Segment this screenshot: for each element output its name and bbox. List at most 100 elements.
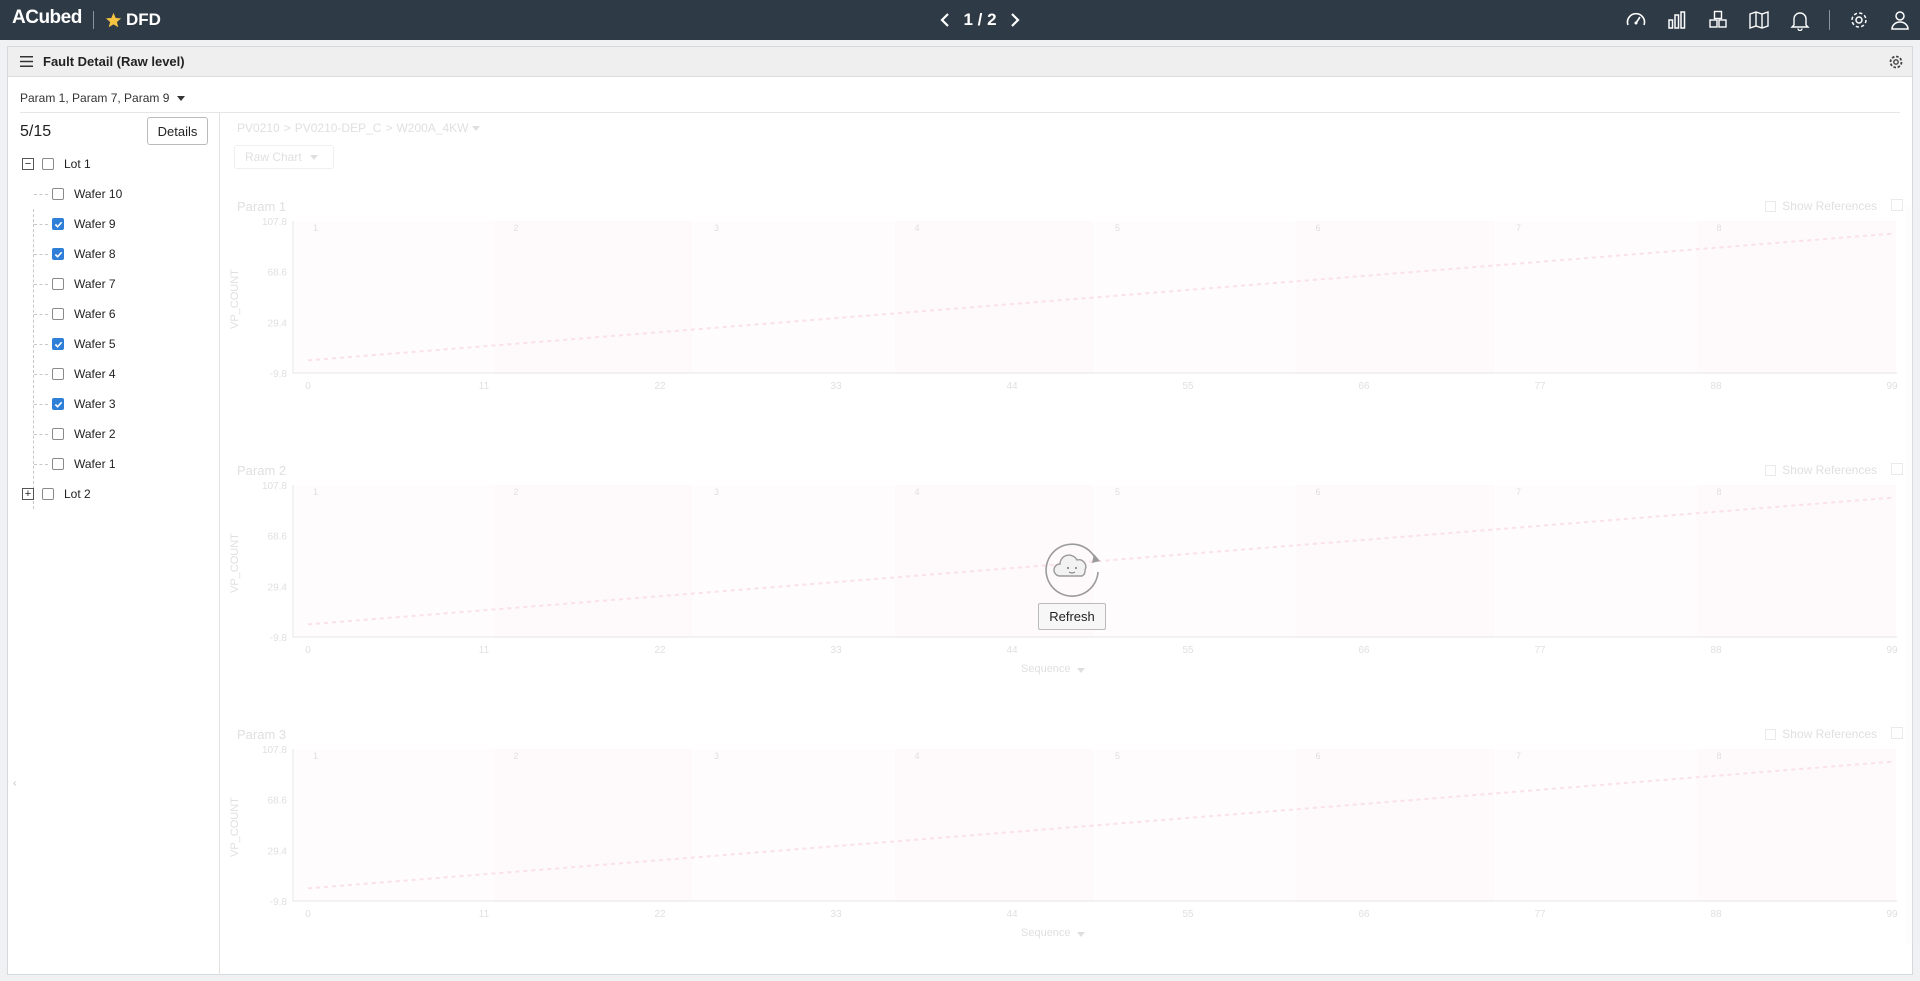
lot-label: Lot 2	[64, 487, 91, 501]
breadcrumb-item[interactable]: W200A_4KW	[396, 121, 468, 135]
x-tick-label: 99	[1886, 381, 1898, 392]
tree-wafer-row[interactable]: Wafer 8	[22, 239, 212, 269]
step-band-label: 2	[514, 223, 519, 233]
show-references-toggle[interactable]: Show References	[1765, 727, 1877, 741]
bar-chart-icon	[1668, 11, 1686, 29]
lot-checkbox[interactable]	[42, 158, 54, 170]
prev-page-button[interactable]	[937, 10, 953, 30]
app-title[interactable]: DFD	[105, 10, 161, 30]
breadcrumb[interactable]: PV0210 > PV0210-DEP_C > W200A_4KW	[237, 121, 481, 135]
wafer-checkbox[interactable]	[52, 218, 64, 230]
table-view-icon[interactable]	[1891, 727, 1903, 739]
settings-button[interactable]	[1847, 8, 1871, 32]
tree-lot-row[interactable]: − Lot 1	[22, 149, 212, 179]
table-view-icon[interactable]	[1891, 199, 1903, 211]
wafer-label: Wafer 8	[74, 247, 116, 261]
step-band-label: 2	[514, 751, 519, 761]
breadcrumb-item[interactable]: PV0210-DEP_C	[295, 121, 382, 135]
step-band	[1496, 485, 1696, 637]
panel-header: Fault Detail (Raw level)	[8, 47, 1912, 77]
show-references-toggle[interactable]: Show References	[1765, 463, 1877, 477]
chart-type-select[interactable]: Raw Chart	[234, 145, 334, 169]
x-tick-label: 66	[1358, 645, 1370, 656]
lot-checkbox[interactable]	[42, 488, 54, 500]
x-tick-label: 77	[1534, 381, 1546, 392]
expand-icon[interactable]: +	[22, 488, 34, 500]
show-references-toggle[interactable]: Show References	[1765, 199, 1877, 213]
charts-button[interactable]	[1665, 8, 1689, 32]
chevron-right-icon	[1010, 13, 1020, 27]
x-tick-label: 33	[830, 381, 842, 392]
table-view-icon[interactable]	[1891, 463, 1903, 475]
collapse-handle[interactable]: ‹	[13, 778, 17, 789]
show-references-label: Show References	[1782, 727, 1877, 741]
panel-settings-icon[interactable]	[1888, 54, 1904, 70]
tree-wafer-row[interactable]: Wafer 4	[22, 359, 212, 389]
tree-wafer-row[interactable]: Wafer 6	[22, 299, 212, 329]
y-tick-label: 29.4	[268, 318, 288, 329]
star-icon	[105, 12, 122, 27]
param-selector-value: Param 1, Param 7, Param 9	[20, 91, 170, 105]
step-band	[293, 221, 493, 373]
wafer-label: Wafer 7	[74, 277, 116, 291]
tree-wafer-row[interactable]: Wafer 9	[22, 209, 212, 239]
checkmark-icon	[54, 341, 62, 348]
caret-down-icon	[1076, 668, 1085, 673]
step-band-label: 1	[313, 487, 318, 497]
step-band	[894, 221, 1094, 373]
speedometer-icon	[1626, 12, 1646, 26]
notifications-button[interactable]	[1788, 8, 1812, 32]
modules-button[interactable]	[1706, 8, 1730, 32]
tree-wafer-row[interactable]: Wafer 7	[22, 269, 212, 299]
param-selector[interactable]: Param 1, Param 7, Param 9	[20, 91, 186, 105]
x-axis-select[interactable]: Sequence	[1021, 663, 1085, 675]
tree-wafer-row[interactable]: Wafer 3	[22, 389, 212, 419]
wafer-checkbox[interactable]	[52, 428, 64, 440]
x-axis-select[interactable]: Sequence	[1021, 927, 1085, 939]
x-tick-label: 44	[1006, 909, 1018, 920]
x-tick-label: 22	[654, 909, 666, 920]
bell-icon	[1790, 12, 1810, 31]
x-tick-label: 11	[479, 381, 490, 392]
tree-wafer-row[interactable]: Wafer 10	[22, 179, 212, 209]
wafer-checkbox[interactable]	[52, 338, 64, 350]
details-button[interactable]: Details	[147, 117, 208, 145]
wafer-checkbox[interactable]	[52, 308, 64, 320]
show-references-checkbox[interactable]	[1765, 728, 1777, 740]
step-band-label: 4	[915, 223, 920, 233]
user-button[interactable]	[1888, 8, 1912, 32]
vertical-scrollbar[interactable]	[1905, 205, 1913, 945]
tree-wafer-row[interactable]: Wafer 5	[22, 329, 212, 359]
toolbar	[1624, 8, 1912, 32]
wafer-checkbox[interactable]	[52, 188, 64, 200]
hamburger-menu-icon[interactable]	[20, 56, 33, 67]
step-band	[1095, 221, 1295, 373]
step-band-label: 6	[1316, 223, 1321, 233]
wafer-checkbox[interactable]	[52, 398, 64, 410]
map-button[interactable]	[1747, 8, 1771, 32]
refresh-button[interactable]: Refresh	[1038, 603, 1106, 630]
step-band-label: 4	[915, 487, 920, 497]
breadcrumb-item[interactable]: PV0210	[237, 121, 280, 135]
wafer-checkbox[interactable]	[52, 368, 64, 380]
brand-logo[interactable]: ACubed	[12, 7, 82, 29]
step-band	[493, 221, 693, 373]
wafer-checkbox[interactable]	[52, 278, 64, 290]
caret-down-icon	[177, 95, 186, 101]
wafer-checkbox[interactable]	[52, 248, 64, 260]
next-page-button[interactable]	[1007, 10, 1023, 30]
show-references-checkbox[interactable]	[1765, 464, 1777, 476]
dashboard-button[interactable]	[1624, 8, 1648, 32]
x-tick-label: 33	[830, 909, 842, 920]
wafer-sidebar: 5/15 Details − Lot 1 Wafer 10 Wafer 9 Wafer …	[8, 113, 220, 975]
step-band	[1496, 221, 1696, 373]
show-references-checkbox[interactable]	[1765, 200, 1777, 212]
tree-lot-row[interactable]: + Lot 2	[22, 479, 212, 509]
tree-wafer-row[interactable]: Wafer 1	[22, 449, 212, 479]
tree-wafer-row[interactable]: Wafer 2	[22, 419, 212, 449]
wafer-checkbox[interactable]	[52, 458, 64, 470]
step-band	[293, 749, 493, 901]
x-tick-label: 0	[305, 909, 311, 920]
collapse-icon[interactable]: −	[22, 158, 34, 170]
checkmark-icon	[54, 251, 62, 258]
